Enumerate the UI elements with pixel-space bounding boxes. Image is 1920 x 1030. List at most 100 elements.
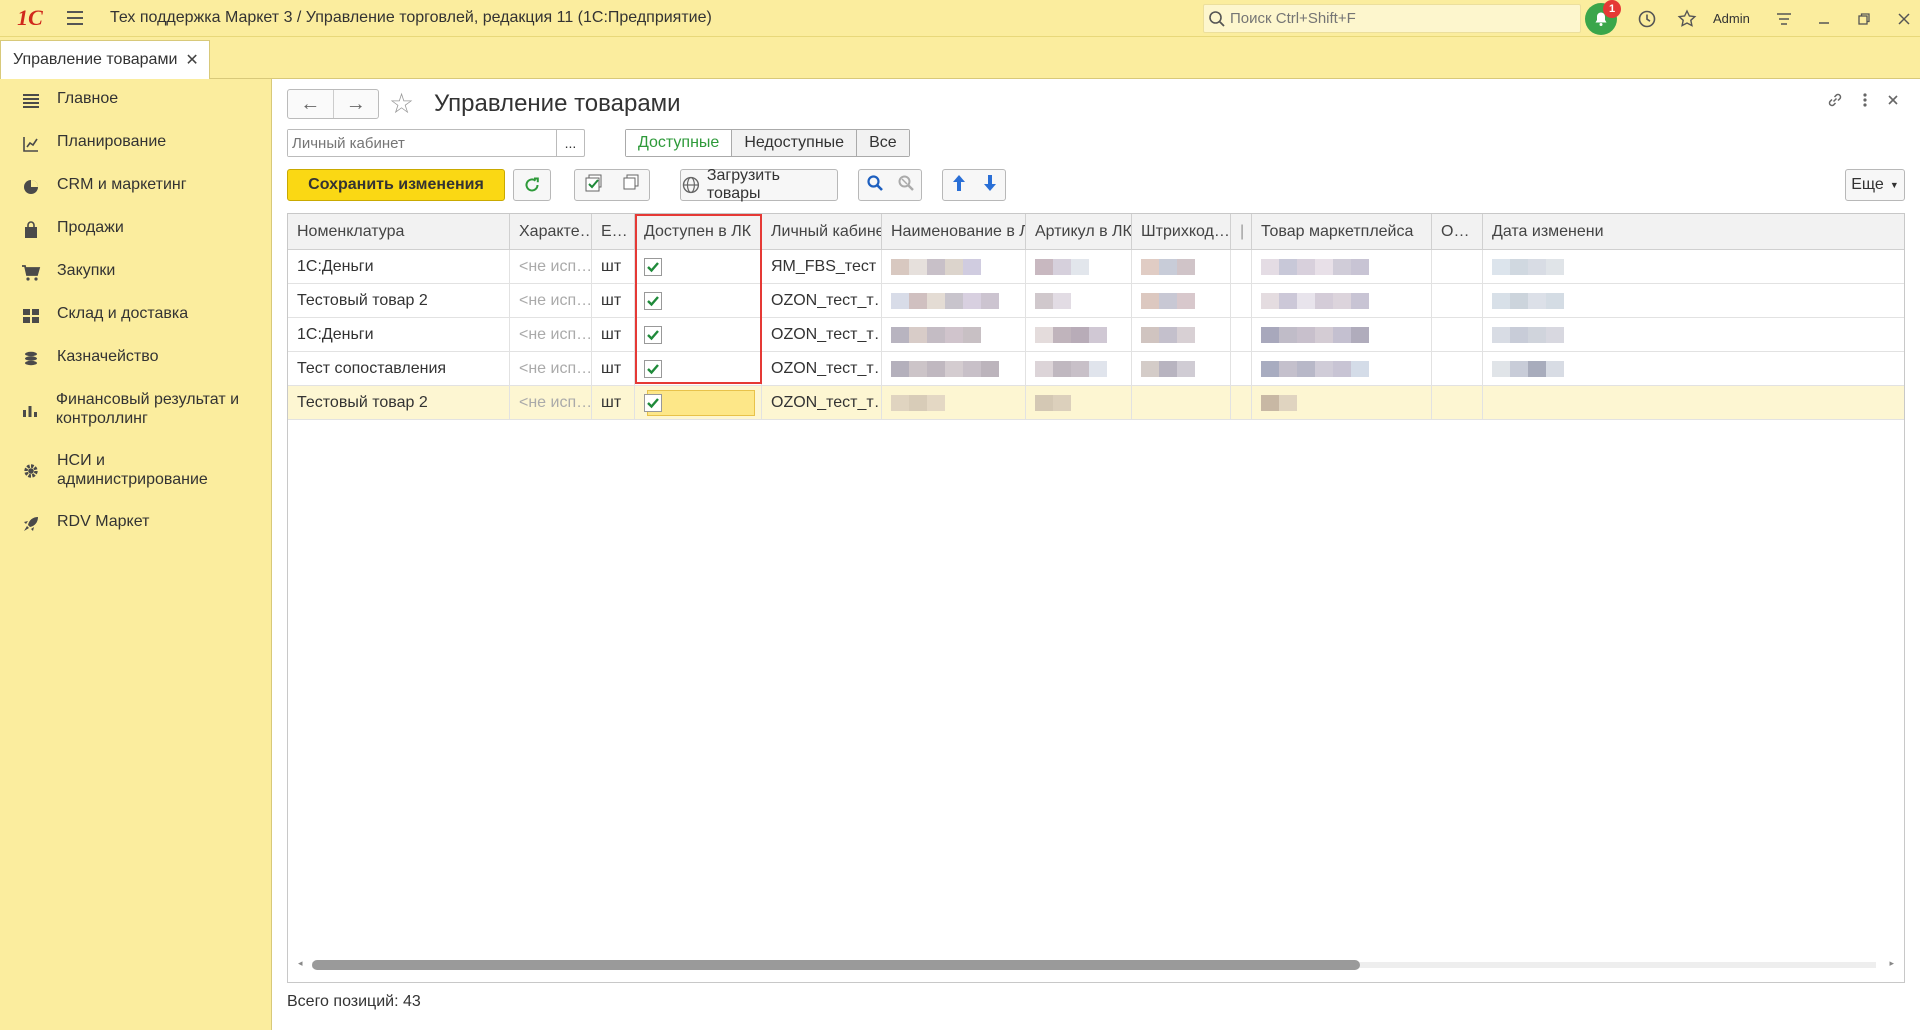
history-icon[interactable]: [1627, 0, 1667, 37]
table-row[interactable]: 1С:Деньги <не исп… шт OZON_тест_т…: [288, 318, 1904, 352]
scroll-right-icon[interactable]: ▸: [1889, 958, 1894, 969]
sidebar-item-label: Главное: [57, 90, 119, 107]
personal-account-field[interactable]: ...: [287, 129, 585, 157]
table-row-selected[interactable]: Тестовый товар 2 <не исп… шт OZON_тест_т…: [288, 386, 1904, 420]
sidebar-item-purchases[interactable]: Закупки: [0, 261, 115, 284]
search-icon: [1209, 10, 1225, 27]
col-header-name-in-account[interactable]: Наименование в ЛК: [882, 214, 1026, 249]
cell-barcode-redacted: [1132, 318, 1231, 351]
filter-available[interactable]: Доступные: [626, 130, 733, 156]
horizontal-scrollbar[interactable]: ◂ ▸: [298, 958, 1894, 972]
select-button[interactable]: ...: [556, 130, 584, 156]
forward-arrow-icon[interactable]: →: [334, 90, 379, 118]
close-window-icon[interactable]: [1884, 0, 1920, 37]
personal-account-input[interactable]: [288, 130, 556, 156]
save-changes-button[interactable]: Сохранить изменения: [287, 169, 505, 201]
uncheck-all-icon[interactable]: [622, 174, 640, 197]
scrollbar-thumb[interactable]: [312, 960, 1360, 970]
bar-chart-icon: [20, 399, 41, 421]
shopping-bag-icon: [20, 219, 42, 241]
col-header-account[interactable]: Личный кабинет: [762, 214, 882, 249]
find-icon[interactable]: [866, 174, 884, 197]
nav-buttons: ← →: [287, 89, 379, 119]
cell-o: [1432, 284, 1483, 317]
settings-lines-icon[interactable]: [1764, 0, 1804, 37]
col-header-marketplace-product[interactable]: Товар маркетплейса: [1252, 214, 1432, 249]
back-arrow-icon[interactable]: ←: [288, 90, 334, 118]
scroll-left-icon[interactable]: ◂: [298, 958, 303, 969]
cell-account: OZON_тест_т…: [762, 318, 882, 351]
cell-account: ЯМ_FBS_тест: [762, 250, 882, 283]
col-header-modified-date[interactable]: Дата изменения: [1483, 214, 1604, 249]
cell-unit: шт: [592, 250, 635, 283]
col-header-unit[interactable]: Е…: [592, 214, 635, 249]
col-header-characteristic[interactable]: Характе…: [510, 214, 592, 249]
tab-close-icon[interactable]: ✕: [185, 50, 198, 70]
cell-characteristic: <не исп…: [510, 386, 592, 419]
available-checkbox[interactable]: [644, 359, 662, 378]
col-header-nomenclature[interactable]: Номенклатура: [288, 214, 510, 249]
cell-characteristic: <не исп…: [510, 352, 592, 385]
sidebar-item-main[interactable]: Главное: [0, 89, 118, 112]
search-input[interactable]: [1230, 10, 1560, 27]
global-search[interactable]: [1203, 4, 1581, 33]
available-checkbox[interactable]: [644, 257, 662, 276]
more-button[interactable]: Еще ▼: [1845, 169, 1905, 201]
notification-badge: 1: [1603, 0, 1621, 18]
more-vertical-icon[interactable]: [1862, 91, 1868, 114]
load-products-button[interactable]: Загрузить товары: [680, 167, 838, 202]
link-icon[interactable]: [1826, 91, 1844, 114]
menu-lines-icon: [20, 90, 42, 112]
sidebar-item-finance[interactable]: Финансовый результат и контроллинг: [0, 390, 250, 428]
favorites-star-icon[interactable]: [1667, 0, 1707, 37]
filter-unavailable[interactable]: Недоступные: [732, 130, 858, 156]
col-header-narrow[interactable]: |: [1231, 214, 1252, 249]
col-header-barcode[interactable]: Штрихкод…: [1132, 214, 1231, 249]
move-up-icon[interactable]: [951, 173, 967, 198]
sidebar-item-warehouse[interactable]: Склад и доставка: [0, 304, 188, 327]
app-title: Тех поддержка Маркет 3 / Управление торг…: [110, 9, 712, 26]
col-header-o[interactable]: О…: [1432, 214, 1483, 249]
cell-available: [635, 318, 762, 351]
refresh-button[interactable]: [513, 169, 551, 201]
page-title: Управление товарами: [434, 90, 681, 117]
checkmark-icon: [647, 295, 659, 306]
check-all-icon[interactable]: [585, 174, 603, 197]
sidebar-item-sales[interactable]: Продажи: [0, 218, 124, 241]
table-row[interactable]: Тестовый товар 2 <не исп… шт OZON_тест_т…: [288, 284, 1904, 318]
sidebar-item-admin[interactable]: НСИ и администрирование: [0, 451, 250, 489]
sidebar-item-label: Казначейство: [57, 348, 159, 365]
sidebar-item-treasury[interactable]: Казначейство: [0, 347, 158, 370]
warehouse-icon: [20, 305, 42, 327]
close-form-icon[interactable]: [1886, 91, 1900, 114]
globe-icon: [682, 176, 700, 194]
total-count: Всего позиций: 43: [287, 993, 421, 1010]
tab-label: Управление товарами: [13, 51, 178, 68]
move-down-icon[interactable]: [982, 173, 998, 198]
available-checkbox[interactable]: [644, 394, 662, 412]
cell-marketplace-redacted: [1252, 386, 1432, 419]
col-header-article[interactable]: Артикул в ЛК: [1026, 214, 1132, 249]
sidebar-item-planning[interactable]: Планирование: [0, 132, 166, 155]
filter-all[interactable]: Все: [857, 130, 909, 156]
available-checkbox[interactable]: [644, 291, 662, 310]
tab-product-management[interactable]: Управление товарами ✕: [0, 40, 210, 79]
cell-nomenclature: Тестовый товар 2: [288, 386, 510, 419]
restore-icon[interactable]: [1844, 0, 1884, 37]
col-header-available[interactable]: Доступен в ЛК: [635, 214, 762, 249]
cell-article-redacted: [1026, 250, 1132, 283]
table-row[interactable]: 1С:Деньги <не исп… шт ЯМ_FBS_тест: [288, 250, 1904, 284]
hamburger-menu-icon[interactable]: [60, 0, 90, 37]
sidebar-item-label: НСИ и администрирование: [57, 452, 208, 488]
minimize-icon[interactable]: [1804, 0, 1844, 37]
user-name[interactable]: Admin: [1713, 11, 1750, 26]
table-row[interactable]: Тест сопоставления <не исп… шт OZON_тест…: [288, 352, 1904, 386]
notifications-button[interactable]: 1: [1585, 0, 1621, 35]
available-edit-field[interactable]: [647, 390, 755, 416]
sidebar-item-rdv-market[interactable]: RDV Маркет: [0, 512, 149, 535]
cell-o: [1432, 250, 1483, 283]
bookmark-star-icon[interactable]: ☆: [389, 89, 414, 119]
available-checkbox[interactable]: [644, 325, 662, 344]
sidebar-item-crm[interactable]: CRM и маркетинг: [0, 175, 187, 198]
cancel-find-icon[interactable]: [897, 174, 915, 197]
